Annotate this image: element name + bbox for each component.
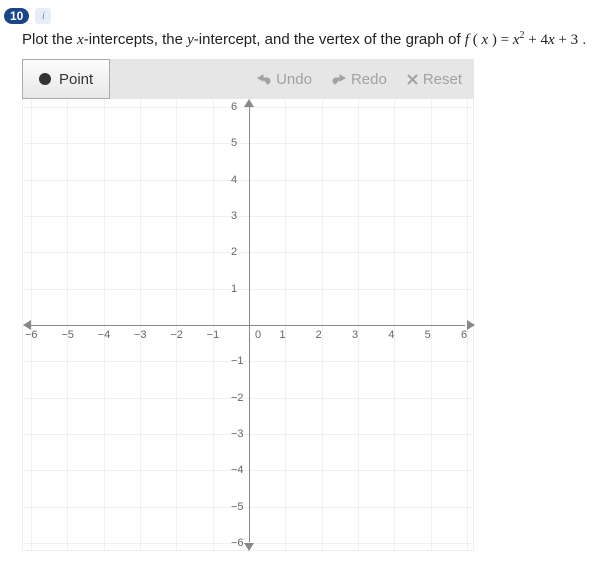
axis-arrow-icon: [467, 320, 475, 330]
redo-label: Redo: [351, 71, 387, 88]
toolbar-actions: Undo Redo Reset: [257, 59, 474, 99]
close-icon: [407, 74, 418, 85]
x-tick-label: 4: [388, 329, 394, 341]
eq: =: [501, 32, 509, 48]
question-number-badge: 10: [4, 8, 29, 24]
y-tick-label: 1: [231, 283, 237, 295]
grid-line-horizontal: [23, 143, 473, 144]
period: .: [578, 31, 586, 48]
redo-icon: [332, 73, 346, 85]
info-icon[interactable]: i: [35, 8, 51, 24]
y-tick-label: −4: [231, 464, 244, 476]
y-tick-label: 3: [231, 210, 237, 222]
y-tick-label: −1: [231, 355, 244, 367]
redo-button[interactable]: Redo: [332, 71, 387, 88]
axis-arrow-icon: [244, 543, 254, 551]
undo-label: Undo: [276, 71, 312, 88]
x-tick-label: 0: [255, 329, 261, 341]
x-tick-label: 2: [316, 329, 322, 341]
var-x: x: [77, 32, 84, 48]
x-tick-label: 5: [425, 329, 431, 341]
point-icon: [39, 73, 51, 85]
x-tick-label: −6: [25, 329, 38, 341]
coordinate-plane[interactable]: −6 −5 −4 −3 −2 −1 0 1 2 3 4 5 6 −6 −5 −4 −3 −2 −1 1 2 3 4 5 6: [22, 99, 474, 551]
grid-line-horizontal: [23, 361, 473, 362]
y-tick-label: 6: [231, 101, 237, 113]
plus2: +: [555, 32, 571, 48]
graph-tool: Point Undo Redo Reset −6 −5 −4 −3 −2 −1 0 1 2 3 4 5…: [22, 59, 474, 551]
undo-button[interactable]: Undo: [257, 71, 312, 88]
x-tick-label: −1: [207, 329, 220, 341]
toolbar-spacer: [110, 59, 257, 99]
point-tool-label: Point: [59, 71, 93, 88]
x-tick-label: 6: [461, 329, 467, 341]
x-tick-label: −2: [170, 329, 183, 341]
plus1: +: [525, 32, 541, 48]
grid-line-horizontal: [23, 398, 473, 399]
grid-line-horizontal: [23, 216, 473, 217]
x-tick-label: −5: [61, 329, 74, 341]
fn-close: ): [488, 32, 501, 48]
grid-line-horizontal: [23, 252, 473, 253]
y-axis: [249, 107, 250, 542]
reset-label: Reset: [423, 71, 462, 88]
x-tick-label: 1: [279, 329, 285, 341]
axis-arrow-icon: [244, 99, 254, 107]
prompt-text: Plot the: [22, 31, 77, 48]
term2-coef: 4: [540, 32, 548, 48]
grid-line-horizontal: [23, 470, 473, 471]
prompt-text: -intercept, and the vertex of the graph …: [194, 31, 465, 48]
reset-button[interactable]: Reset: [407, 71, 462, 88]
y-tick-label: −3: [231, 428, 244, 440]
grid-line-horizontal: [23, 434, 473, 435]
term3: 3: [571, 32, 579, 48]
point-tool-button[interactable]: Point: [22, 59, 110, 99]
prompt-text: -intercepts, the: [84, 31, 187, 48]
x-tick-label: 3: [352, 329, 358, 341]
question-header: 10 i: [4, 8, 608, 24]
x-tick-label: −3: [134, 329, 147, 341]
y-tick-label: −6: [231, 537, 244, 549]
y-tick-label: −5: [231, 501, 244, 513]
grid-line-horizontal: [23, 507, 473, 508]
y-tick-label: 5: [231, 137, 237, 149]
y-tick-label: 4: [231, 174, 237, 186]
y-tick-label: 2: [231, 246, 237, 258]
fn-open: (: [469, 32, 482, 48]
var-y: y: [187, 32, 194, 48]
x-tick-label: −4: [98, 329, 111, 341]
grid-line-horizontal: [23, 289, 473, 290]
term1-base: x: [509, 32, 519, 48]
toolbar: Point Undo Redo Reset: [22, 59, 474, 99]
y-tick-label: −2: [231, 392, 244, 404]
question-prompt: Plot the x-intercepts, the y-intercept, …: [22, 30, 608, 49]
x-axis: [31, 325, 465, 326]
term2-var: x: [548, 32, 555, 48]
undo-icon: [257, 73, 271, 85]
grid-line-horizontal: [23, 180, 473, 181]
grid-line-horizontal: [23, 107, 473, 108]
